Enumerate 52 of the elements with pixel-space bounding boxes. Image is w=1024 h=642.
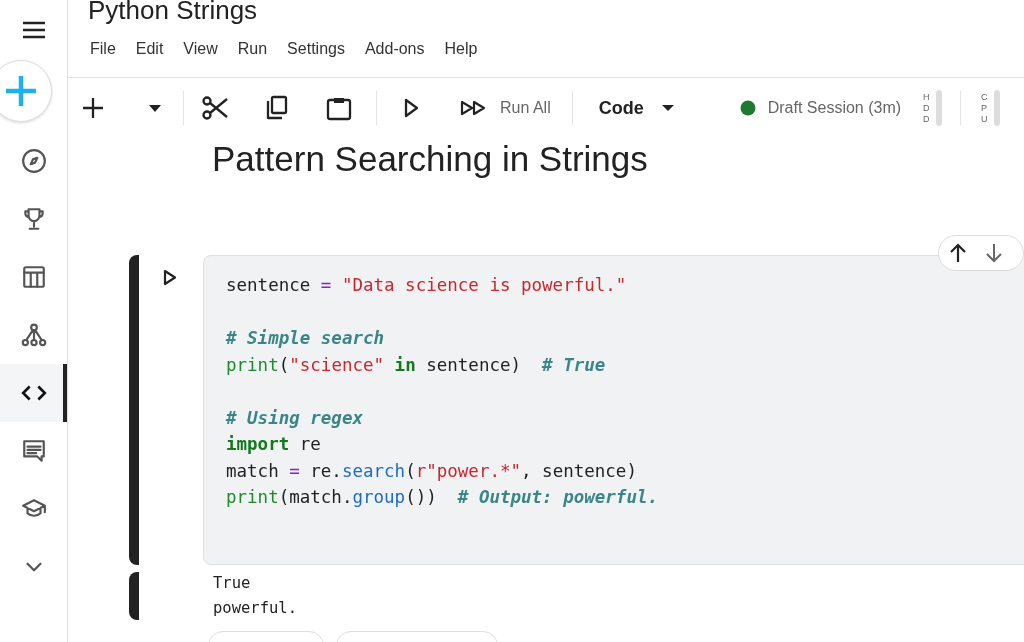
play-icon: [163, 269, 177, 286]
caret-down-icon: [149, 104, 161, 112]
code-line: # Simple search: [226, 327, 386, 350]
plus-icon: [82, 95, 104, 121]
output-line: True: [213, 573, 252, 594]
code-line: sentence = "Data science is powerful.": [226, 274, 628, 297]
status-dot-icon: [739, 100, 756, 116]
usage-meter: [936, 90, 943, 126]
code-line: import re: [226, 433, 322, 456]
add-cell-button[interactable]: [82, 95, 104, 121]
menu-item[interactable]: Settings: [287, 37, 345, 59]
compass-icon: [20, 148, 47, 174]
network-icon: [20, 322, 47, 348]
menu-item[interactable]: File: [90, 37, 116, 59]
code-line: # Using regex: [226, 406, 364, 430]
arrow-up-icon: [949, 243, 967, 263]
menu-item[interactable]: View: [183, 37, 218, 59]
cut-button[interactable]: [201, 95, 229, 121]
scissors-icon: [201, 95, 229, 121]
usage-meter: [994, 90, 1001, 126]
sidebar-item[interactable]: [0, 364, 67, 422]
plus-icon: [4, 74, 38, 108]
comment-icon: [20, 438, 47, 464]
meter-label: HDD: [923, 91, 929, 125]
menu-icon: [21, 21, 46, 39]
copy-icon: [264, 95, 288, 121]
add-cell-menu-button[interactable]: [149, 104, 161, 112]
paste-button[interactable]: [326, 95, 352, 121]
menu-item[interactable]: Edit: [135, 37, 164, 59]
arrow-down-icon: [985, 243, 1003, 263]
code-editor[interactable]: sentence = "Data science is powerful." # Simple search print("science" in sentence) # True # Using regex import re match = re.search(r"power.*", sentence) print(match.group()) # Output: powerful.: [203, 255, 1024, 565]
menu-item[interactable]: Run: [237, 37, 268, 59]
code-line: print("science" in sentence) # True: [226, 353, 607, 377]
run-all-button[interactable]: Run All: [460, 95, 551, 121]
clipboard-icon: [326, 95, 352, 121]
move-up-button[interactable]: [949, 243, 967, 263]
run-cell-button[interactable]: [163, 269, 177, 286]
heading: Pattern Searching in Strings: [212, 138, 649, 180]
session-status: Draft Session (3m): [767, 98, 902, 118]
output-line: powerful.: [213, 598, 297, 619]
menu-item[interactable]: Add-ons: [364, 37, 425, 59]
move-down-button[interactable]: [985, 243, 1003, 263]
notebook-title: Python Strings: [88, 0, 259, 23]
meter-label: CPU: [981, 91, 987, 125]
output-marker: [129, 572, 139, 620]
cell-type-dropdown[interactable]: Code: [598, 94, 674, 122]
code-line: match = re.search(r"power.*", sentence): [226, 459, 638, 483]
table-icon: [20, 264, 47, 290]
caret-down-icon: [661, 104, 674, 112]
copy-button[interactable]: [264, 95, 288, 121]
code-line: print(match.group()) # Output: powerful.: [226, 486, 659, 509]
menu-item[interactable]: Help: [444, 37, 478, 59]
